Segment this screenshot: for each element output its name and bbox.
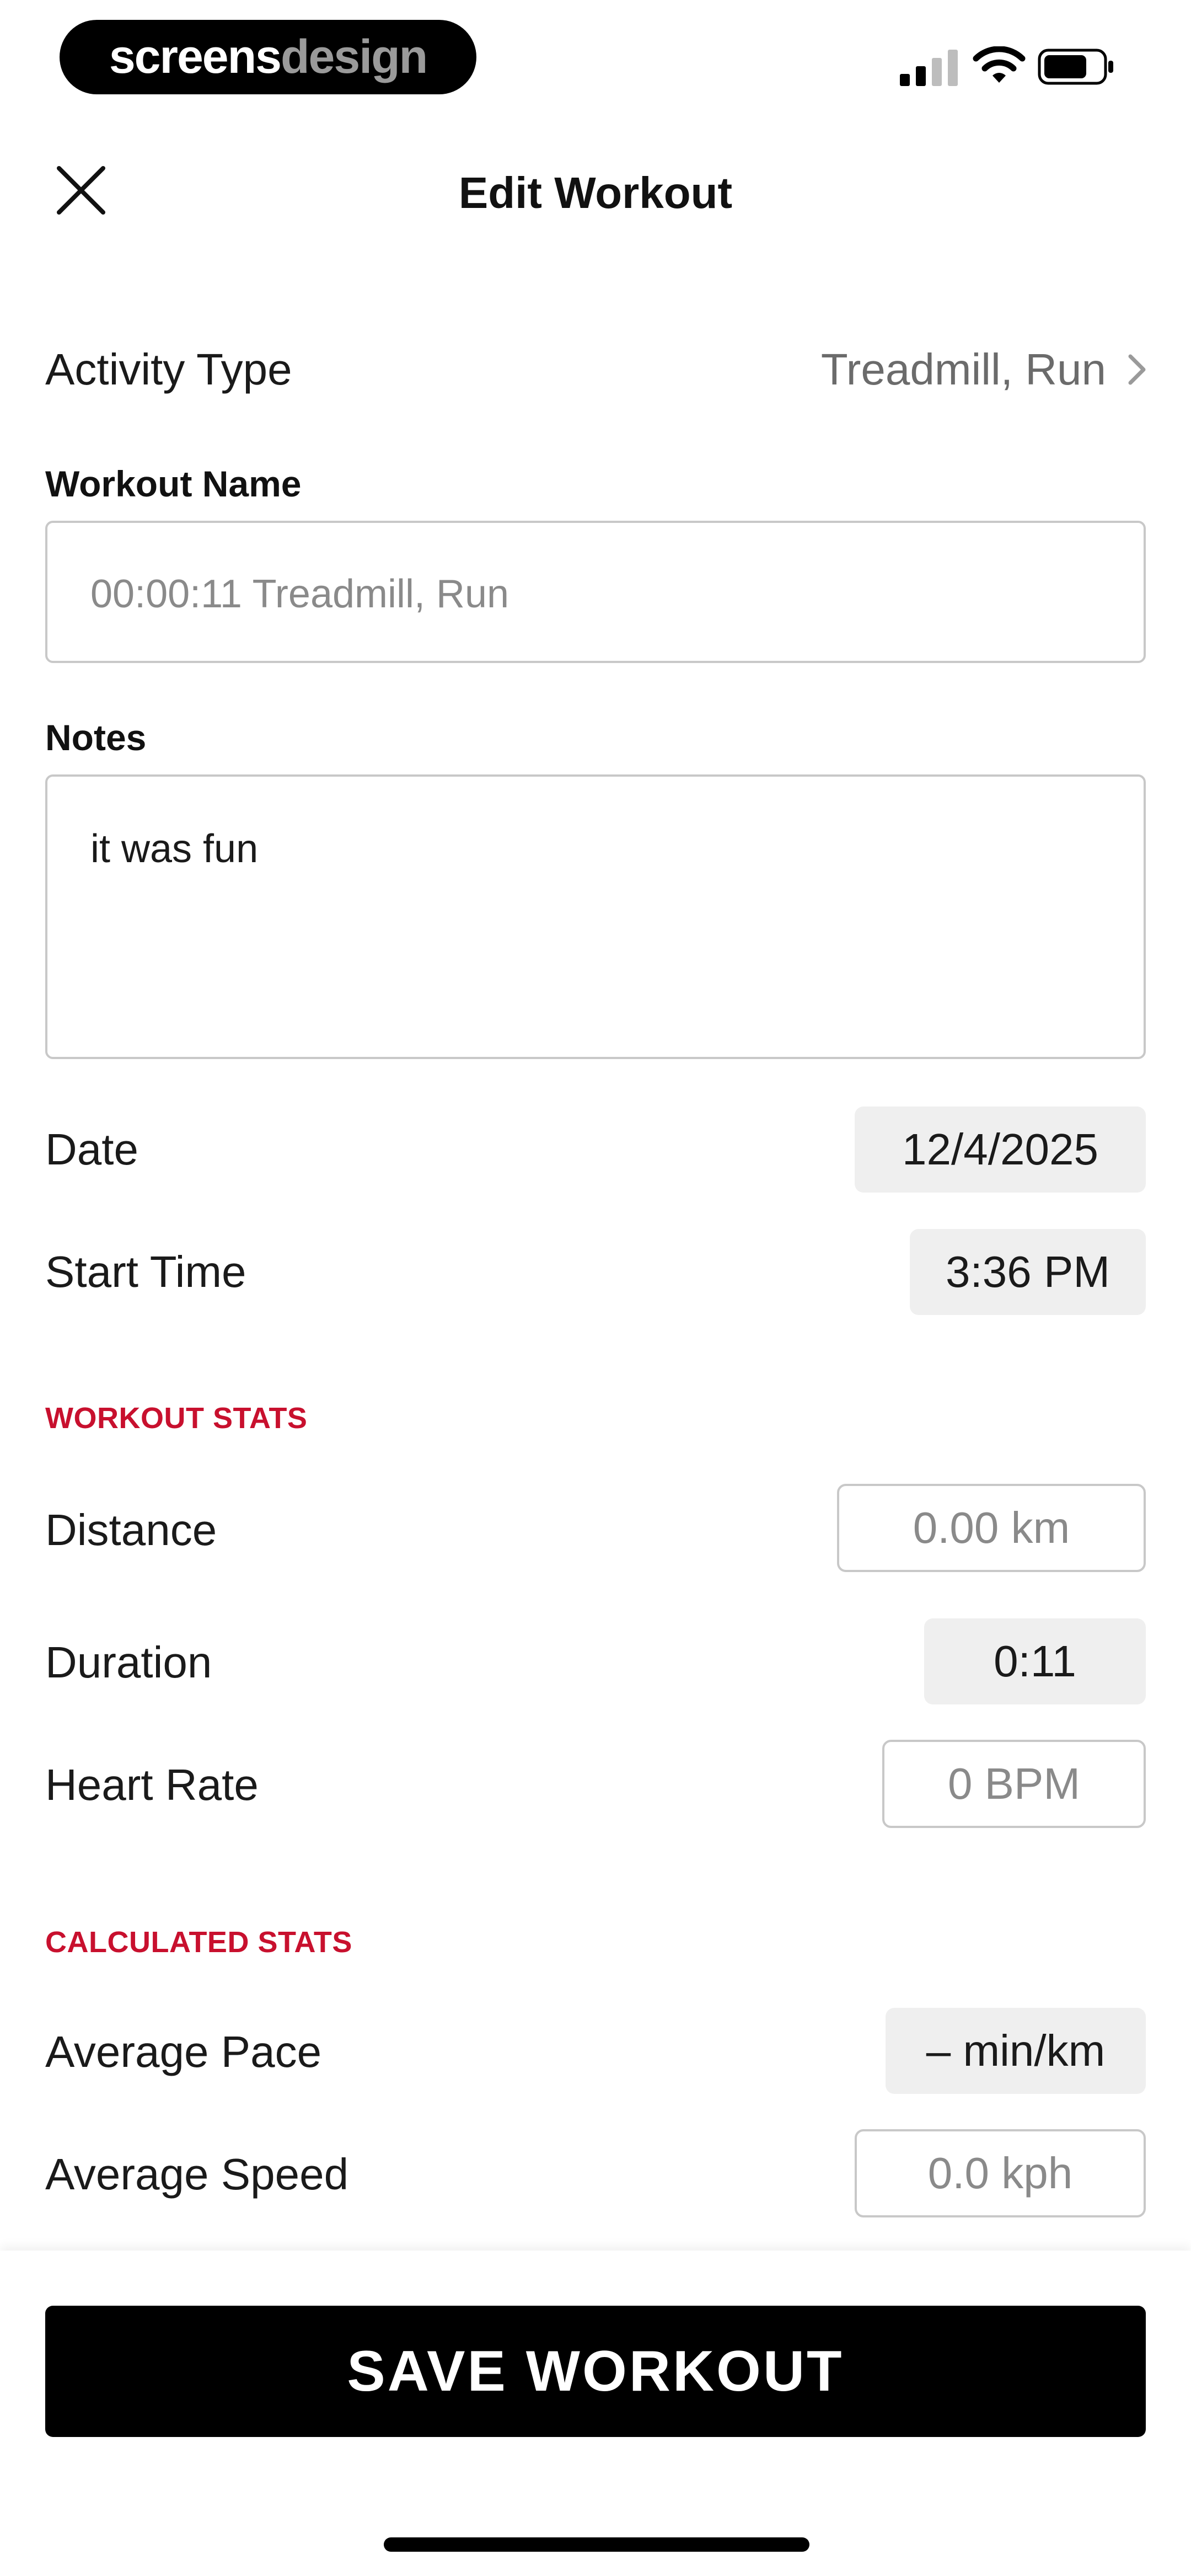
start-time-label: Start Time [45,1247,246,1296]
date-label: Date [45,1125,138,1174]
calculated-stats-heading: CALCULATED STATS [45,1926,352,1959]
distance-label: Distance [45,1505,217,1554]
activity-type-label: Activity Type [45,345,292,394]
date-picker[interactable]: 12/4/2025 [855,1107,1146,1193]
workout-name-input[interactable]: 00:00:11 Treadmill, Run [45,521,1146,663]
signal-icon [900,50,958,86]
notes-textarea[interactable]: it was fun [45,774,1146,1059]
home-indicator [384,2537,809,2552]
workout-stats-heading: WORKOUT STATS [45,1402,308,1435]
heart-rate-input[interactable]: 0 BPM [882,1740,1146,1828]
duration-label: Duration [45,1638,212,1687]
average-speed-label: Average Speed [45,2150,349,2199]
activity-type-row[interactable]: Activity Type Treadmill, Run [45,342,1148,397]
notes-label: Notes [45,717,147,758]
wifi-icon [973,46,1026,83]
start-time-picker[interactable]: 3:36 PM [910,1229,1146,1315]
duration-picker[interactable]: 0:11 [924,1618,1146,1704]
battery-icon [1038,49,1113,85]
average-pace-label: Average Pace [45,2027,322,2076]
brand-watermark: screens design [60,20,476,94]
brand-text-design: design [281,30,428,83]
workout-name-label: Workout Name [45,463,302,504]
brand-text-screens: screens [109,30,282,83]
workout-name-placeholder: 00:00:11 Treadmill, Run [90,572,509,616]
average-pace-value: – min/km [886,2008,1146,2094]
chevron-right-icon [1128,354,1146,385]
page-title: Edit Workout [458,168,733,217]
heart-rate-label: Heart Rate [45,1760,259,1809]
save-workout-button[interactable]: SAVE WORKOUT [45,2306,1146,2437]
average-speed-input[interactable]: 0.0 kph [855,2129,1146,2217]
notes-value: it was fun [90,827,259,871]
activity-type-value: Treadmill, Run [820,345,1106,394]
distance-input[interactable]: 0.00 km [837,1484,1146,1572]
